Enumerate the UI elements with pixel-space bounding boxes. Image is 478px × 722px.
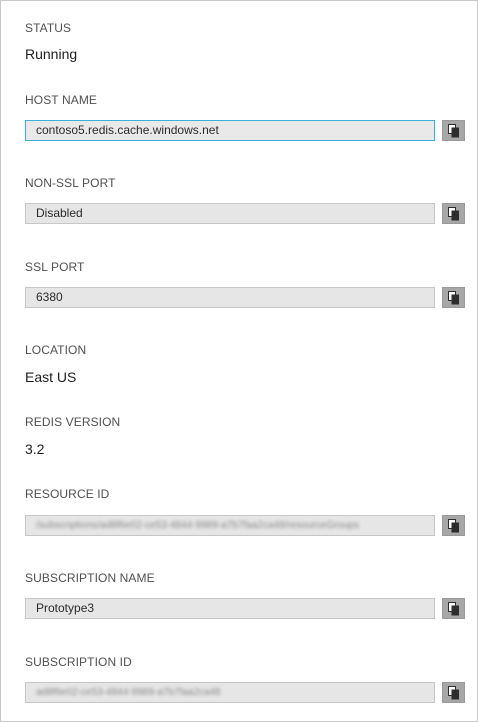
copy-icon (448, 124, 459, 138)
subscription-name-value: Prototype3 (36, 601, 95, 615)
status-label: STATUS (25, 21, 72, 35)
resource-id-label: RESOURCE ID (25, 487, 110, 501)
properties-panel: STATUS Running HOST NAME contoso5.redis.… (0, 0, 478, 722)
ssl-port-label: SSL PORT (25, 260, 85, 274)
copy-non-ssl-port-button[interactable] (442, 203, 465, 224)
location-value: East US (25, 369, 77, 385)
non-ssl-port-field[interactable]: Disabled (25, 203, 435, 224)
copy-subscription-name-button[interactable] (442, 598, 465, 619)
subscription-id-field[interactable]: ad8f6e02-ce53-4844-9989-a7b7faa2ca48 (25, 682, 435, 703)
copy-icon (448, 686, 459, 700)
copy-icon (448, 519, 459, 533)
status-value: Running (25, 46, 78, 62)
copy-host-name-button[interactable] (442, 120, 465, 141)
host-name-label: HOST NAME (25, 93, 98, 107)
host-name-value: contoso5.redis.cache.windows.net (36, 123, 219, 137)
subscription-id-value: ad8f6e02-ce53-4844-9989-a7b7faa2ca48 (36, 687, 221, 698)
location-label: LOCATION (25, 343, 87, 357)
ssl-port-field[interactable]: 6380 (25, 287, 435, 308)
non-ssl-port-value: Disabled (36, 206, 83, 220)
non-ssl-port-label: NON-SSL PORT (25, 176, 116, 190)
copy-ssl-port-button[interactable] (442, 287, 465, 308)
resource-id-value: /subscriptions/ad8f6e02-ce53-4844-9989-a… (36, 520, 359, 531)
subscription-name-field[interactable]: Prototype3 (25, 598, 435, 619)
redis-version-value: 3.2 (25, 441, 45, 457)
copy-icon (448, 207, 459, 221)
copy-resource-id-button[interactable] (442, 515, 465, 536)
host-name-field[interactable]: contoso5.redis.cache.windows.net (25, 120, 435, 141)
redis-version-label: REDIS VERSION (25, 415, 121, 429)
ssl-port-value: 6380 (36, 290, 63, 304)
copy-icon (448, 602, 459, 616)
subscription-id-label: SUBSCRIPTION ID (25, 655, 132, 669)
subscription-name-label: SUBSCRIPTION NAME (25, 571, 155, 585)
copy-icon (448, 291, 459, 305)
copy-subscription-id-button[interactable] (442, 682, 465, 703)
resource-id-field[interactable]: /subscriptions/ad8f6e02-ce53-4844-9989-a… (25, 515, 435, 536)
